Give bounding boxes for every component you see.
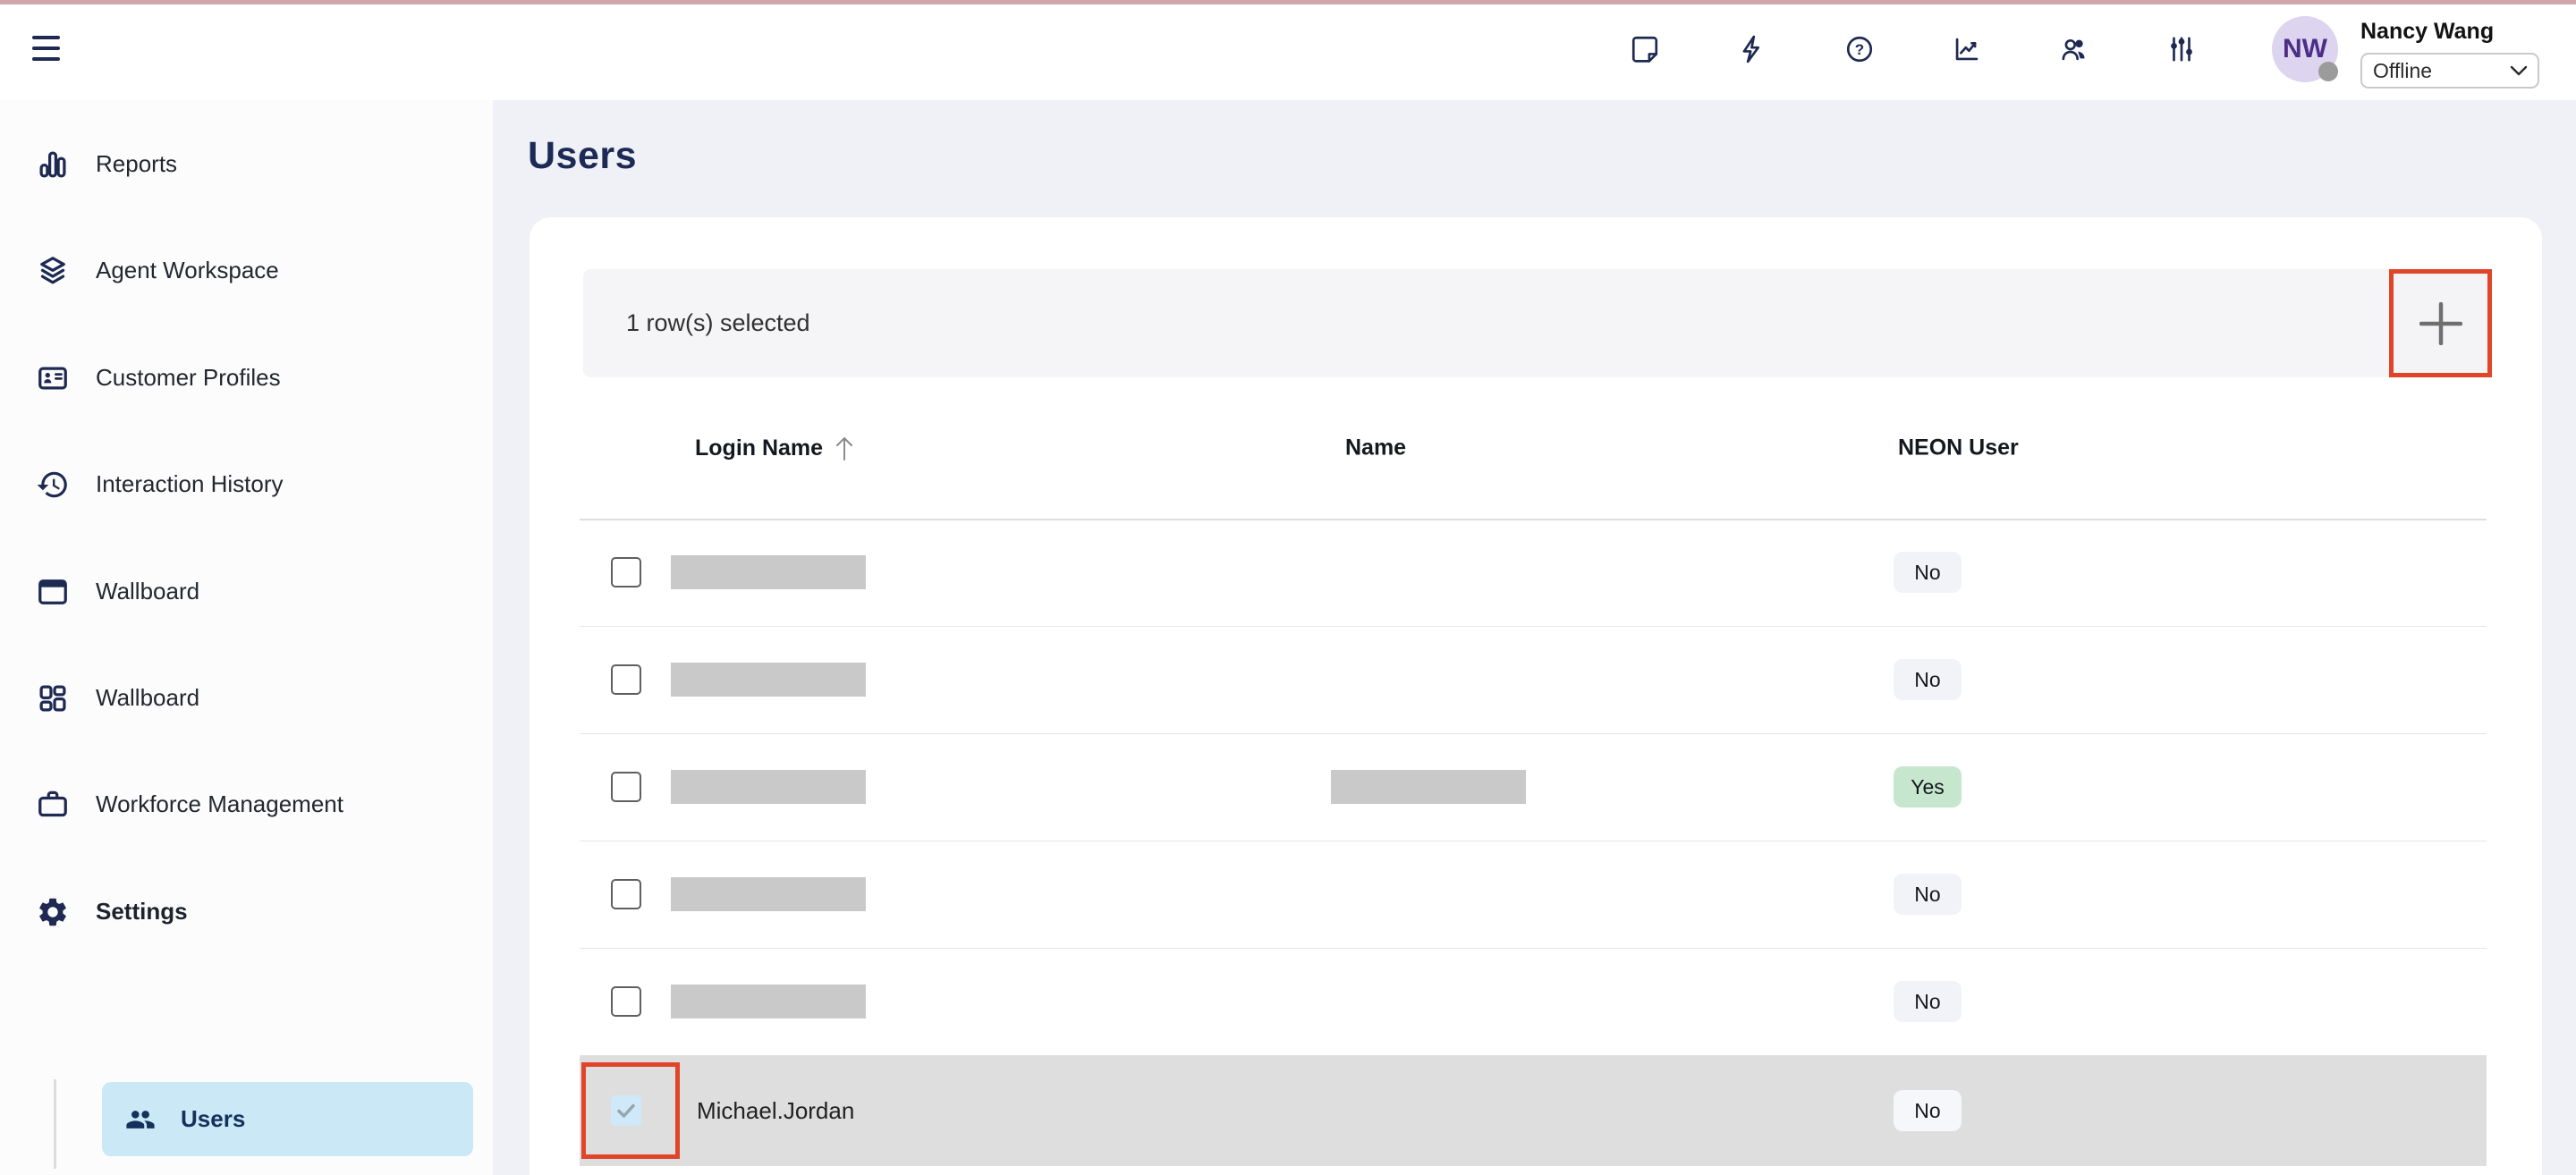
row-checkbox[interactable]: [611, 772, 641, 802]
plus-icon: [2419, 302, 2462, 345]
column-label: NEON User: [1898, 435, 2019, 461]
app-root: ?: [0, 0, 2576, 1175]
sidebar-item-label: Reports: [96, 150, 177, 178]
status-dot: [2318, 62, 2338, 81]
table-row[interactable]: No: [580, 519, 2487, 626]
preferences-sliders-icon[interactable]: [2166, 34, 2197, 64]
column-label: Login Name: [695, 435, 823, 461]
selected-row-checkbox[interactable]: [611, 1095, 641, 1126]
user-name: Nancy Wang: [2360, 19, 2494, 45]
sidebar-item-settings[interactable]: Settings: [0, 858, 493, 965]
history-icon: [36, 468, 70, 502]
column-label: Name: [1345, 435, 1406, 461]
neon-user-badge: No: [1894, 552, 1962, 593]
sort-ascending-icon: [834, 435, 855, 461]
login-name-redacted-placeholder: [671, 555, 866, 589]
avatar[interactable]: NW: [2272, 16, 2338, 82]
sidebar-item-agent-workspace[interactable]: Agent Workspace: [0, 217, 493, 324]
sidebar-item-label: Workforce Management: [96, 790, 343, 818]
sidebar-item-label: Wallboard: [96, 578, 199, 605]
column-header-name[interactable]: Name: [1345, 435, 1406, 461]
column-header-login-name[interactable]: Login Name: [695, 435, 855, 461]
help-icon[interactable]: ?: [1844, 34, 1875, 64]
users-group-icon: [125, 1104, 156, 1135]
sidebar: Reports Agent Workspace C: [0, 100, 493, 1175]
login-name-cell: Michael.Jordan: [697, 1055, 854, 1166]
status-select[interactable]: Offline: [2360, 53, 2539, 89]
topbar-icon-group: ?: [1630, 34, 2197, 64]
browser-window-icon: [36, 575, 70, 609]
selection-count-text: 1 row(s) selected: [626, 309, 810, 337]
sidebar-item-label: Interaction History: [96, 470, 284, 498]
sidebar-item-label: Wallboard: [96, 684, 199, 712]
row-checkbox[interactable]: [611, 986, 641, 1017]
quick-actions-lightning-icon[interactable]: [1737, 34, 1767, 64]
row-checkbox[interactable]: [611, 879, 641, 909]
submenu-tree-line: [54, 1079, 56, 1169]
avatar-initials: NW: [2283, 34, 2327, 64]
login-name-redacted-placeholder: [671, 985, 866, 1019]
table-row[interactable]: No: [580, 626, 2487, 733]
svg-text:?: ?: [1855, 41, 1864, 58]
row-checkbox[interactable]: [611, 557, 641, 588]
table-row[interactable]: Yes: [580, 733, 2487, 841]
sidebar-item-wallboard-1[interactable]: Wallboard: [0, 538, 493, 645]
selection-toolbar: 1 row(s) selected: [583, 269, 2492, 377]
table-row[interactable]: No: [580, 948, 2487, 1055]
sidebar-item-label: Users: [181, 1105, 245, 1133]
sidebar-item-reports[interactable]: Reports: [0, 111, 493, 217]
top-bar: ?: [0, 4, 2576, 100]
sidebar-item-interaction-history[interactable]: Interaction History: [0, 431, 493, 537]
note-icon[interactable]: [1630, 34, 1660, 64]
sidebar-item-customer-profiles[interactable]: Customer Profiles: [0, 325, 493, 431]
neon-user-badge: No: [1894, 874, 1962, 915]
login-name-redacted-placeholder: [671, 663, 866, 697]
users-table-card: 1 row(s) selected Login Name Name NEON U…: [530, 217, 2542, 1175]
table-header: Login Name Name NEON User: [580, 377, 2487, 519]
login-name-redacted-placeholder: [671, 877, 866, 911]
table-row[interactable]: No: [580, 841, 2487, 948]
neon-user-badge: No: [1894, 981, 1962, 1022]
check-icon: [615, 1100, 637, 1121]
contacts-icon[interactable]: [2059, 34, 2089, 64]
sidebar-item-wallboard-2[interactable]: Wallboard: [0, 645, 493, 751]
sidebar-item-workforce-management[interactable]: Workforce Management: [0, 751, 493, 858]
briefcase-icon: [36, 788, 70, 822]
sidebar-item-users-active[interactable]: Users: [102, 1082, 473, 1156]
sidebar-item-label: Settings: [96, 898, 188, 926]
sidebar-item-label: Agent Workspace: [96, 257, 279, 284]
add-user-button[interactable]: [2389, 269, 2492, 377]
page-title: Users: [528, 134, 637, 178]
name-redacted-placeholder: [1331, 770, 1526, 804]
analytics-icon[interactable]: [1952, 34, 1982, 64]
table-row-selected[interactable]: Michael.Jordan No: [580, 1055, 2487, 1166]
layers-icon: [36, 254, 70, 288]
neon-user-badge: Yes: [1894, 766, 1962, 807]
gear-icon: [36, 895, 70, 929]
hamburger-menu-icon[interactable]: [32, 36, 60, 61]
bar-chart-icon: [36, 148, 70, 182]
neon-user-badge: No: [1894, 659, 1962, 700]
id-card-icon: [36, 361, 70, 395]
neon-user-badge: No: [1894, 1090, 1962, 1131]
dashboard-grid-icon: [36, 681, 70, 715]
sidebar-item-label: Customer Profiles: [96, 364, 281, 392]
column-header-neon-user[interactable]: NEON User: [1898, 435, 2019, 461]
row-checkbox[interactable]: [611, 664, 641, 695]
login-name-redacted-placeholder: [671, 770, 866, 804]
